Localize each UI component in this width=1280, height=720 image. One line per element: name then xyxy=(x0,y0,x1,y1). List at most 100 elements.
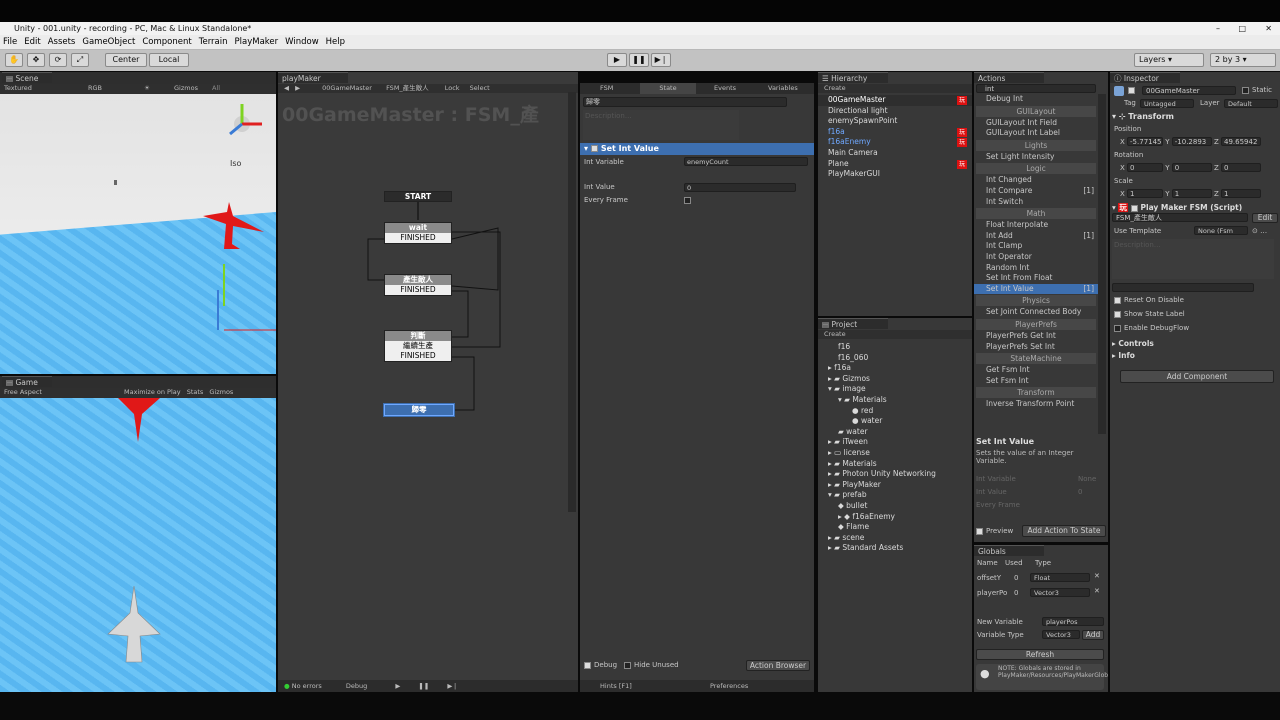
project-item[interactable]: ● water xyxy=(818,416,972,427)
transform-header[interactable]: ▾ ⊹ Transform xyxy=(1112,112,1174,121)
action-item[interactable]: Get Fsm Int xyxy=(974,365,1098,376)
actions-search-input[interactable]: int xyxy=(976,84,1096,93)
hierarchy-item[interactable]: Main Camera xyxy=(818,148,972,159)
project-folder[interactable]: ▸ ▰ iTween xyxy=(818,437,972,448)
close-button[interactable]: ✕ xyxy=(1265,22,1272,35)
gameobject-name-field[interactable]: 00GameMaster xyxy=(1142,86,1236,95)
layout-dropdown[interactable]: 2 by 3 ▾ xyxy=(1210,53,1276,67)
global-var-name[interactable]: playerPo xyxy=(977,589,1007,597)
gameobject-active-toggle[interactable] xyxy=(1128,86,1138,94)
search-all[interactable]: All xyxy=(212,84,220,92)
state-node-wait[interactable]: wait FINISHED xyxy=(384,222,452,244)
global-var-type[interactable]: Float xyxy=(1030,573,1090,582)
action-item[interactable]: Inverse Transform Point xyxy=(974,399,1098,410)
action-header[interactable]: ▾ Set Int Value xyxy=(580,143,814,155)
menu-gameobject[interactable]: GameObject xyxy=(82,37,135,47)
menu-file[interactable]: File xyxy=(3,37,17,47)
action-category-header[interactable]: Lights xyxy=(976,139,1096,151)
gizmos-dropdown[interactable]: Gizmos xyxy=(174,84,198,92)
project-folder[interactable]: ▸ ▰ Standard Assets xyxy=(818,543,972,554)
minimize-button[interactable]: – xyxy=(1216,22,1220,35)
menu-help[interactable]: Help xyxy=(326,37,345,47)
actions-scrollbar[interactable] xyxy=(1098,94,1106,434)
fsm-badge-icon[interactable]: 玩 xyxy=(957,160,967,169)
int-value-field[interactable]: 0 xyxy=(684,183,796,192)
tab-game[interactable]: ▤ Game xyxy=(2,376,52,387)
tab-events[interactable]: Events xyxy=(714,83,736,94)
project-item[interactable]: ▸ ▭ license xyxy=(818,448,972,459)
action-category-header[interactable]: GUILayout xyxy=(976,105,1096,117)
action-item[interactable]: GUILayout Int Field xyxy=(974,118,1098,129)
hierarchy-item[interactable]: PlayMakerGUI xyxy=(818,169,972,180)
project-item[interactable]: f16 xyxy=(818,342,972,353)
show-state-label-toggle[interactable]: Show State Label xyxy=(1114,310,1185,318)
fsm-badge-icon[interactable]: 玩 xyxy=(957,96,967,105)
delete-global-icon[interactable]: ✕ xyxy=(1094,572,1100,580)
rotate-tool-icon[interactable]: ⟳ xyxy=(49,53,67,67)
action-item[interactable]: Int Operator xyxy=(974,252,1098,263)
hierarchy-item[interactable]: f16a xyxy=(818,127,972,138)
play-button[interactable]: ▶ xyxy=(607,53,627,67)
hierarchy-item[interactable]: Plane xyxy=(818,159,972,170)
action-category-header[interactable]: Math xyxy=(976,208,1096,220)
action-item[interactable]: Float Interpolate xyxy=(974,220,1098,231)
step-button[interactable]: ▶❘ xyxy=(651,53,671,67)
game-gizmos-toggle[interactable]: Gizmos xyxy=(209,388,233,396)
graph-scrollbar[interactable] xyxy=(568,92,576,512)
action-item[interactable]: Set Int From Float xyxy=(974,273,1098,284)
action-enabled-checkbox[interactable] xyxy=(590,145,598,152)
aspect-dropdown[interactable]: Free Aspect xyxy=(4,388,42,396)
int-variable-dropdown[interactable]: enemyCount xyxy=(684,157,808,166)
delete-global-icon[interactable]: ✕ xyxy=(1094,587,1100,595)
hand-tool-icon[interactable]: ✋ xyxy=(5,53,23,67)
position-fields[interactable]: X -5.77145 Y -10.2893 Z 49.65942 xyxy=(1120,137,1262,146)
project-folder[interactable]: ▸ ▰ Photon Unity Networking xyxy=(818,469,972,480)
action-item[interactable]: Int Compare [1] xyxy=(974,186,1098,197)
debug-pause-icon[interactable]: ❚❚ xyxy=(418,682,429,690)
action-item[interactable]: Int Changed xyxy=(974,175,1098,186)
maximize-on-play-toggle[interactable]: Maximize on Play xyxy=(124,388,181,396)
project-folder[interactable]: ▾ ▰ Materials xyxy=(818,395,972,406)
action-item[interactable]: Int Switch xyxy=(974,197,1098,208)
tag-dropdown[interactable]: Untagged xyxy=(1140,99,1194,108)
scale-tool-icon[interactable]: ⤢ xyxy=(71,53,89,67)
preferences-button[interactable]: Preferences xyxy=(710,680,748,692)
global-var-type[interactable]: Vector3 xyxy=(1030,588,1090,597)
tab-variables[interactable]: Variables xyxy=(768,83,798,94)
project-item[interactable]: ▰ water xyxy=(818,427,972,438)
hierarchy-item[interactable]: f16aEnemy xyxy=(818,137,972,148)
project-folder[interactable]: ▸ ▰ Materials xyxy=(818,459,972,470)
help-url-field[interactable] xyxy=(1112,283,1254,292)
pause-button[interactable]: ❚❚ xyxy=(629,53,649,67)
variable-type-dropdown[interactable]: Vector3 xyxy=(1042,630,1080,639)
tab-actions[interactable]: Actions xyxy=(974,72,1044,83)
project-item[interactable]: f16_060 xyxy=(818,353,972,364)
global-var-name[interactable]: offsetY xyxy=(977,574,1001,582)
menu-component[interactable]: Component xyxy=(142,37,191,47)
action-item[interactable]: Set Int Value [1] xyxy=(974,283,1098,295)
fsm-description-field[interactable]: Description... xyxy=(1112,239,1274,279)
debug-toggle[interactable]: Debug xyxy=(584,661,617,669)
action-item[interactable]: PlayerPrefs Get Int xyxy=(974,331,1098,342)
info-foldout[interactable]: ▸ Info xyxy=(1112,351,1135,360)
hierarchy-item[interactable]: enemySpawnPoint xyxy=(818,116,972,127)
maximize-button[interactable]: □ xyxy=(1238,22,1246,35)
tab-hierarchy[interactable]: ☰ Hierarchy xyxy=(818,72,888,83)
project-folder[interactable]: ▾ ▰ image xyxy=(818,384,972,395)
hierarchy-item[interactable]: 00GameMaster xyxy=(818,95,972,106)
template-picker-icon[interactable]: ⊙ … xyxy=(1252,227,1267,235)
hierarchy-create-dropdown[interactable]: Create xyxy=(824,84,846,92)
menu-window[interactable]: Window xyxy=(285,37,319,47)
move-tool-icon[interactable]: ✥ xyxy=(27,53,45,67)
add-action-to-state-button[interactable]: Add Action To State xyxy=(1022,525,1106,537)
action-item[interactable]: Int Add [1] xyxy=(974,231,1098,242)
fsm-badge-icon[interactable]: 玩 xyxy=(957,128,967,137)
project-item[interactable]: ▸ ◆ f16aEnemy xyxy=(818,512,972,523)
rgb-dropdown[interactable]: RGB xyxy=(88,84,102,92)
state-node-spawn[interactable]: 產生敵人 FINISHED xyxy=(384,274,452,296)
action-category-header[interactable]: StateMachine xyxy=(976,353,1096,365)
sun-icon[interactable]: ☀ xyxy=(144,84,150,92)
tab-fsm[interactable]: FSM xyxy=(600,83,613,94)
project-item[interactable]: ◆ bullet xyxy=(818,501,972,512)
controls-foldout[interactable]: ▸ Controls xyxy=(1112,339,1154,348)
